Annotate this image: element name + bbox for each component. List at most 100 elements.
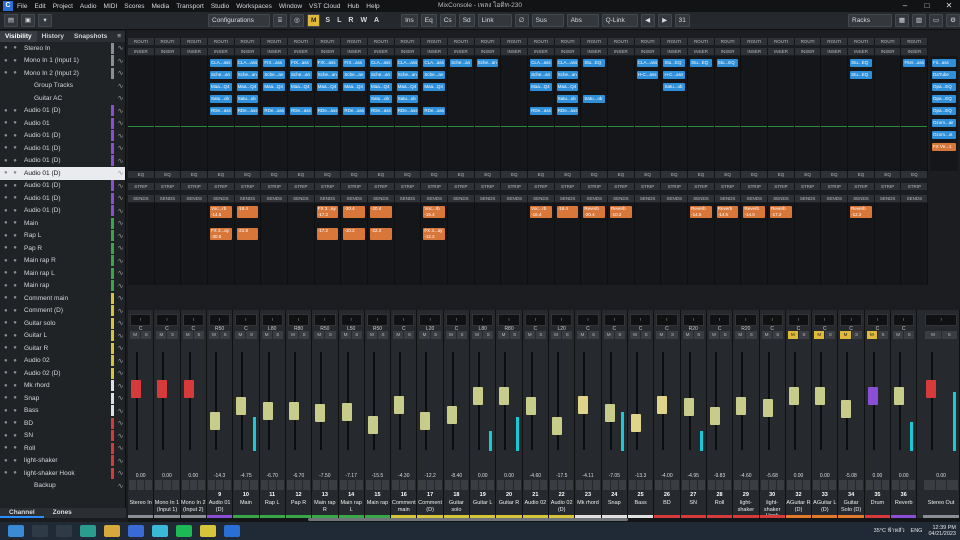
menu-item-project[interactable]: Project (53, 3, 73, 10)
menu-item-scores[interactable]: Scores (124, 3, 144, 10)
solo-button[interactable]: S (430, 331, 441, 339)
output-insert-plugin[interactable]: DaTube (932, 71, 956, 79)
solo-button[interactable]: S (351, 331, 362, 339)
send-slots-column[interactable]: -16.4 (555, 203, 582, 285)
routing-rack-cell[interactable]: ROUTI (581, 38, 609, 45)
volume-readout[interactable]: 0.00 (496, 473, 521, 479)
send-slot[interactable]: -19.4 (236, 206, 259, 218)
channel-function-button[interactable] (400, 480, 408, 490)
solo-button[interactable]: S (272, 331, 283, 339)
visibility-row[interactable]: ● ● Audio 01 (D) ∿ (0, 167, 125, 180)
insert-plugin-slot[interactable]: Sche...an (316, 71, 339, 79)
channel-name[interactable]: Drum (864, 499, 891, 518)
visibility-toggle-icon[interactable]: ● ● (0, 395, 24, 401)
visibility-row[interactable]: ● ● Guitar L ∿ (0, 330, 125, 343)
eq-rack-cell[interactable]: EQ (608, 171, 635, 178)
eq-rack-cell[interactable]: EQ (128, 171, 155, 178)
insert-plugin-slot[interactable]: Maa...Q4 (316, 83, 339, 91)
insert-slots-column[interactable]: CLA...ass Sche...an Maa...Q4 Satu...ob RDe..… (234, 56, 262, 171)
insert-plugin-slot[interactable]: Satu...ob (210, 95, 232, 103)
tab-snapshots[interactable]: Snapshots (69, 31, 112, 42)
channel-function-button[interactable] (707, 480, 715, 490)
insert-plugin-slot[interactable]: CLA...ass (210, 59, 232, 67)
send-slot[interactable]: Reverb -12.2 (850, 206, 872, 218)
insert-plugin-slot[interactable]: Sche...an (476, 59, 499, 67)
send-slot[interactable]: -20.4 (370, 206, 392, 218)
fader-track[interactable] (346, 352, 349, 450)
insert-plugin-slot[interactable]: Sche...an (370, 71, 392, 79)
solo-button[interactable]: S (614, 331, 625, 339)
insert-slots-column[interactable]: FIX...ass Sche...an Maa...Q4 RDe...ass (261, 56, 289, 171)
channel-function-button[interactable] (216, 480, 224, 490)
channel-function-button[interactable] (321, 480, 329, 490)
insert-slots-column[interactable]: CLA...ass Sche...an Maa...Q4 Satu...ob RDe..… (368, 56, 395, 171)
strip-rack-cell[interactable]: STRIP (555, 183, 582, 190)
pan-knob[interactable]: ! (314, 314, 336, 326)
send-slots-column[interactable]: Voc...rb -16.4 (528, 203, 555, 285)
solo-button[interactable]: S (746, 331, 757, 339)
sd-button[interactable]: Sd (458, 14, 475, 27)
cs-button[interactable]: Cs (439, 14, 456, 27)
visibility-toggle-icon[interactable]: ● ● (0, 158, 24, 164)
channel-function-button[interactable] (286, 480, 294, 490)
routing-rack[interactable]: ROUTI ROUTI ROUTI ROUTI ROUTI ROUTI ROUTI ROUTI… (128, 38, 929, 45)
visibility-toggle-icon[interactable]: ● ● (0, 458, 24, 464)
strip-rack-cell[interactable]: STRIP (528, 183, 555, 190)
inserts-rack-cell[interactable]: INSER (395, 48, 422, 55)
channel-name[interactable]: Main rap (364, 499, 391, 518)
insert-plugin-slot[interactable]: RDe...ass (316, 107, 339, 115)
menu-item-edit[interactable]: Edit (34, 3, 45, 10)
menu-item-help[interactable]: Help (366, 3, 379, 10)
channel-function-button[interactable] (426, 480, 434, 490)
strip-rack-cell[interactable]: STRIP (795, 183, 822, 190)
routing-rack-cell[interactable]: ROUTI (395, 38, 422, 45)
channel-function-button[interactable] (760, 480, 768, 490)
mute-button[interactable]: M (130, 331, 141, 339)
send-slots-column[interactable] (288, 203, 315, 285)
visibility-toggle-icon[interactable]: ● ● (0, 245, 24, 251)
strip-rack-cell[interactable]: STRIP (181, 183, 209, 190)
output-insert-plugin[interactable]: Opa...EQ (932, 83, 956, 91)
volume-readout[interactable]: -5.08 (838, 473, 863, 479)
sends-rack-cell[interactable]: SENDS (635, 195, 662, 202)
channel-function-button[interactable] (873, 480, 881, 490)
channel-name[interactable]: BD (654, 499, 680, 518)
solo-button[interactable]: S (299, 331, 310, 339)
channel-function-button[interactable] (497, 480, 505, 490)
app-icon[interactable] (200, 525, 216, 537)
channel-function-button[interactable] (839, 480, 847, 490)
sends-rack-cell[interactable]: SENDS (368, 195, 395, 202)
visibility-row[interactable]: ● ● Comment (D) ∿ (0, 305, 125, 318)
solo-button[interactable]: S (535, 331, 546, 339)
channel-function-button[interactable] (558, 480, 566, 490)
channel-name[interactable]: Mk rhord (575, 499, 601, 518)
insert-plugin-slot[interactable]: Maa...Q4 (370, 83, 392, 91)
routing-rack-cell[interactable]: ROUTI (288, 38, 315, 45)
visibility-row[interactable]: ● ● SN ∿ (0, 430, 125, 443)
panel-menu-icon[interactable]: ≡ (112, 31, 126, 42)
pan-knob[interactable]: ! (182, 314, 204, 326)
channel-name[interactable]: Guitar R (496, 499, 522, 518)
fader-cap[interactable] (604, 403, 615, 422)
insert-slots-column[interactable] (768, 56, 795, 171)
solo-button[interactable]: S (772, 331, 783, 339)
pan-knob[interactable]: ! (629, 314, 652, 326)
send-slots-column[interactable]: Reverb -17.2 (768, 203, 795, 285)
channel-function-button[interactable] (610, 480, 618, 490)
volume-readout[interactable]: -8.40 (444, 473, 469, 479)
send-slots-column[interactable] (901, 203, 929, 285)
insert-plugin-slot[interactable]: Maa...Q4 (210, 83, 232, 91)
visibility-toggle-icon[interactable]: ● ● (0, 445, 24, 451)
send-slot[interactable]: -16.4 (556, 206, 579, 218)
insert-plugin-slot[interactable]: Satu...ob (556, 95, 579, 103)
weather-text[interactable]: 35°C ฟ้าหลัว (874, 527, 905, 535)
pan-knob[interactable]: ! (814, 314, 836, 326)
insert-plugin-slot[interactable]: Sche...an (396, 71, 419, 79)
inserts-rack-cell[interactable]: INSER (288, 48, 315, 55)
visibility-row[interactable]: ● ● light-shaker ∿ (0, 455, 125, 468)
visibility-toggle-icon[interactable]: ● ● (0, 170, 24, 176)
volume-readout[interactable]: -14.3 (207, 473, 232, 479)
read-button[interactable]: R (346, 17, 355, 24)
routing-rack-cell[interactable]: ROUTI (661, 38, 689, 45)
send-slots-column[interactable]: Voc...rb -14.5 FX 3...ay -30.5 (208, 203, 235, 285)
